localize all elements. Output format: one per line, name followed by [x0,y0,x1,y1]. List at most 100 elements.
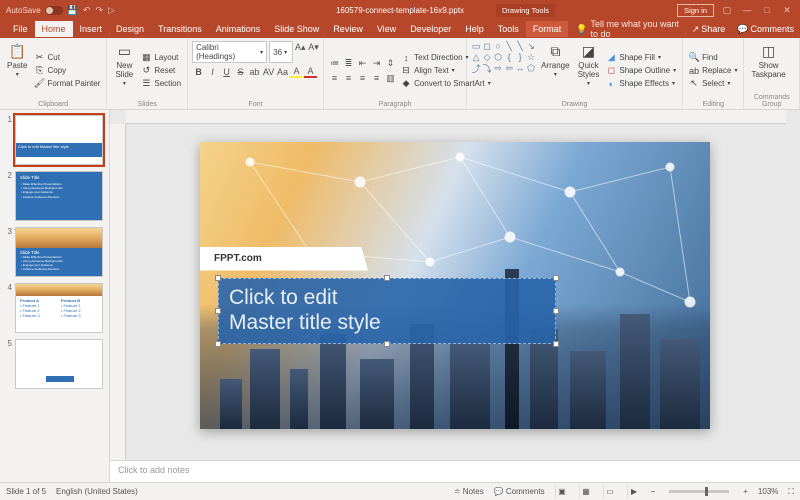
fit-window-icon[interactable]: ⛶ [788,487,794,497]
replace-button[interactable]: abReplace▾ [687,65,739,77]
redo-icon[interactable]: ↷ [95,5,103,16]
font-family-select[interactable]: Calibri (Headings)▾ [192,41,267,63]
bullets-button[interactable]: ≔ [328,57,341,70]
maximize-icon[interactable]: □ [760,5,774,15]
indent-dec-button[interactable]: ⇤ [356,57,369,70]
align-right-button[interactable]: ≡ [356,72,369,85]
tab-format[interactable]: Format [526,21,569,37]
tab-animations[interactable]: Animations [209,21,268,37]
slide-thumb-2[interactable]: 2 Slide Title• Make Effective Presentati… [4,171,105,221]
close-icon[interactable]: ✕ [780,5,794,16]
tab-view[interactable]: View [370,21,403,37]
ribbon: 📋Paste▾ ✂Cut ⎘Copy 🖌Format Painter Clipb… [0,38,800,110]
align-center-button[interactable]: ≡ [342,72,355,85]
slide-canvas[interactable]: FPPT.com Click to edit Master title styl… [110,110,800,460]
tab-design[interactable]: Design [109,21,151,37]
comment-icon: 💬 [737,24,748,35]
format-painter-button[interactable]: 🖌Format Painter [32,78,102,90]
group-label: Commands Group [748,93,795,108]
start-slideshow-icon[interactable]: ▷ [108,5,115,16]
case-button[interactable]: Aa [276,65,289,78]
smartart-icon: ◆ [401,79,411,89]
tab-review[interactable]: Review [326,21,370,37]
indent-inc-button[interactable]: ⇥ [370,57,383,70]
banner-text[interactable]: FPPT.com [200,247,368,271]
strike-button[interactable]: S [234,65,247,78]
slide-thumb-3[interactable]: 3 Slide Title• Make Effective Presentati… [4,227,105,277]
shape-effects-button[interactable]: ◐Shape Effects▾ [604,78,678,90]
section-button[interactable]: ☰Section [139,78,183,90]
reset-button[interactable]: ↺Reset [139,65,183,77]
new-slide-button[interactable]: ▭New Slide▾ [111,41,137,100]
sorter-view-icon[interactable]: ▦ [579,486,593,498]
title-placeholder[interactable]: Click to edit Master title style [218,278,556,344]
tab-slideshow[interactable]: Slide Show [267,21,326,37]
copy-button[interactable]: ⎘Copy [32,65,102,77]
italic-button[interactable]: I [206,65,219,78]
language-status[interactable]: English (United States) [56,487,138,496]
find-button[interactable]: 🔍Find [687,52,739,64]
paste-button[interactable]: 📋Paste▾ [4,41,30,100]
current-slide[interactable]: FPPT.com Click to edit Master title styl… [200,142,710,429]
reading-view-icon[interactable]: ▭ [603,486,617,498]
font-size-select[interactable]: 36▾ [269,41,292,63]
comments-button[interactable]: 💬Comments [731,21,800,38]
arrange-button[interactable]: ⧉Arrange▾ [538,41,572,100]
slide-thumb-1[interactable]: 1 Click to edit Master title style [4,115,105,165]
shapes-gallery[interactable]: ▭◻○╲╲↘ △◇⬡{}☆ ⤴⤵⇨⇦↔⬠ [471,41,536,100]
spacing-button[interactable]: AV [262,65,275,78]
slide-thumbnails-panel[interactable]: 1 Click to edit Master title style 2 Sli… [0,110,110,482]
normal-view-icon[interactable]: ▣ [555,486,569,498]
tell-me-search[interactable]: 💡Tell me what you want to do [568,19,685,39]
grow-font-icon[interactable]: A▴ [295,41,306,54]
underline-button[interactable]: U [220,65,233,78]
bold-button[interactable]: B [192,65,205,78]
section-icon: ☰ [141,79,151,89]
undo-icon[interactable]: ↶ [83,5,91,16]
replace-icon: ab [689,66,699,76]
group-label: Editing [687,100,739,108]
highlight-button[interactable]: A [290,65,303,78]
notes-toggle[interactable]: ≐ Notes [454,487,484,496]
tab-help[interactable]: Help [458,21,491,37]
font-color-button[interactable]: A [304,65,317,78]
title-bar: AutoSave 💾 ↶ ↷ ▷ 160579-connect-template… [0,0,800,20]
tab-developer[interactable]: Developer [403,21,458,37]
zoom-out-button[interactable]: − [651,487,656,496]
shape-outline-button[interactable]: ◻Shape Outline▾ [604,65,678,77]
tab-file[interactable]: File [6,21,35,37]
comments-toggle[interactable]: 💬 Comments [494,487,545,496]
numbering-button[interactable]: ≣ [342,57,355,70]
shrink-font-icon[interactable]: A▾ [308,41,319,54]
tab-transitions[interactable]: Transitions [151,21,209,37]
zoom-in-button[interactable]: + [743,487,748,496]
share-button[interactable]: ↗Share [686,21,732,38]
slide-count: Slide 1 of 5 [6,487,46,496]
show-taskpane-button[interactable]: ◫Show Taskpane [748,41,788,93]
quick-styles-button[interactable]: ◪Quick Styles▾ [575,41,603,100]
tab-insert[interactable]: Insert [73,21,110,37]
shadow-button[interactable]: ab [248,65,261,78]
save-icon[interactable]: 💾 [67,5,78,16]
align-left-button[interactable]: ≡ [328,72,341,85]
ribbon-options-icon[interactable]: ▢ [720,5,734,16]
select-button[interactable]: ↖Select▾ [687,78,739,90]
columns-button[interactable]: ▥ [384,72,397,85]
cut-button[interactable]: ✂Cut [32,52,102,64]
line-spacing-button[interactable]: ⇕ [384,57,397,70]
slideshow-view-icon[interactable]: ▶ [627,486,641,498]
justify-button[interactable]: ≡ [370,72,383,85]
minimize-icon[interactable]: — [740,5,754,15]
slide-thumb-4[interactable]: 4 Product A• Feature 1• Feature 2• Featu… [4,283,105,333]
zoom-slider[interactable] [669,490,729,493]
sign-in-button[interactable]: Sign in [677,4,714,17]
autosave-toggle[interactable]: AutoSave [6,6,41,15]
notes-pane[interactable]: Click to add notes [110,460,800,482]
slide-thumb-5[interactable]: 5 [4,339,105,389]
tab-tools[interactable]: Tools [491,21,526,37]
zoom-level[interactable]: 103% [758,487,778,496]
layout-button[interactable]: ▦Layout [139,52,183,64]
tab-home[interactable]: Home [35,21,73,37]
shape-fill-button[interactable]: ◢Shape Fill▾ [604,52,678,64]
lightbulb-icon: 💡 [576,24,587,35]
